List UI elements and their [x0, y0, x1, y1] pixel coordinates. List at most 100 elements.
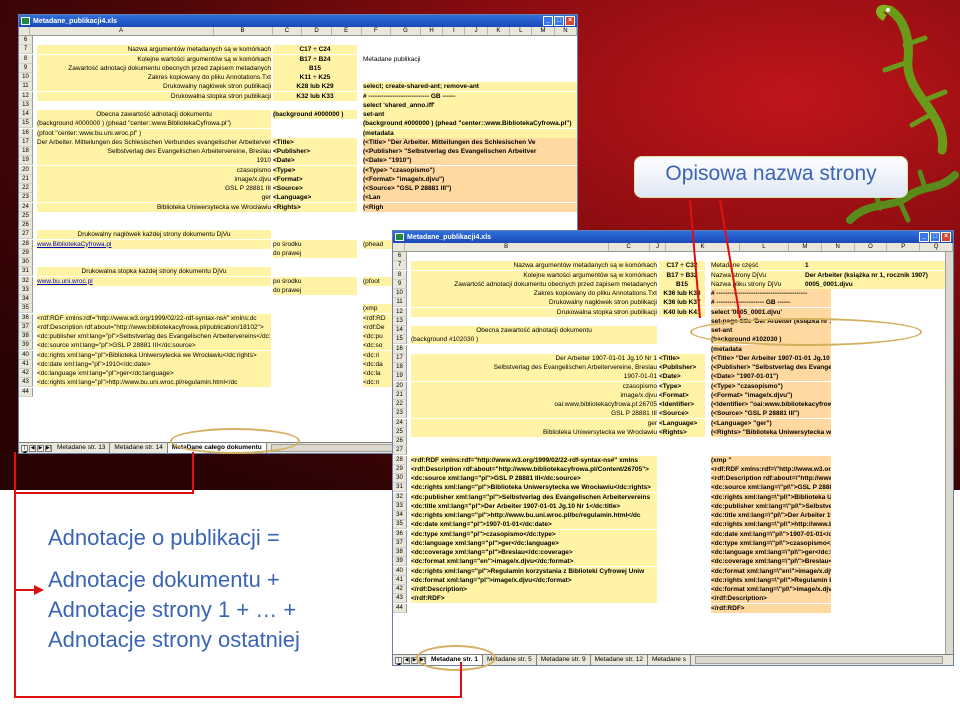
sheet-row[interactable]: 39 <dc:format xml:lang="en">image/x.djvu<…	[393, 557, 953, 567]
sheet-cell[interactable]: (metadata	[363, 128, 577, 138]
sheet-cell[interactable]: www.bu.uni.wroc.pl	[37, 276, 271, 286]
sheet-cell[interactable]: </rdf:RDF>	[711, 603, 831, 613]
sheet-cell[interactable]: <dc:date xml:lang="pl">1907-01-01</dc:da…	[411, 520, 657, 530]
sheet-cell[interactable]: <dc:date xml:lang=\"pl\">1907-01-01</dc:…	[711, 529, 831, 539]
sheet-cell[interactable]: <Language>	[659, 418, 705, 428]
sheet-cell[interactable]: B15	[659, 279, 705, 289]
sheet-cell[interactable]: Drukowalny nagłówek stron publikacji	[37, 82, 271, 92]
sheet-cell[interactable]: (pfoot "center::www.bu.uni.wroc.pl" )	[37, 128, 271, 138]
sheet-row[interactable]: 20 czasopismo <Type> (<Type> "czasopismo")	[393, 381, 953, 391]
sheet-cell[interactable]: <dc:title xml:lang=\"pl\">Der Arbeiter 1…	[711, 511, 831, 521]
sheet-cell[interactable]: <rdf:Description rdf:about="http://www.b…	[411, 464, 657, 474]
sheet-cell[interactable]: Der Arbeiter (książka nr 1, rocznik 1907…	[805, 270, 945, 280]
column-header[interactable]: N	[555, 27, 577, 35]
sheet-cell[interactable]: <dc:type xml:lang="pl">czasopismo</dc:ty…	[411, 529, 657, 539]
sheet-cell[interactable]: (<Language> "ger")	[711, 418, 831, 428]
sheet-cell[interactable]: <dc:rights xml:lang=\"pl\">Regulamin kor…	[711, 575, 831, 585]
column-header[interactable]: D	[302, 27, 332, 35]
sheet-row[interactable]: 8 Kolejne wartości argumentów są w komórk…	[19, 54, 577, 64]
sheet-cell[interactable]: ger	[37, 193, 271, 203]
sheet-cell[interactable]: C17 ÷ C24	[273, 45, 357, 55]
sheet-cell[interactable]: <dc:publisher xml:lang="pl">Selbstverlag…	[37, 332, 271, 342]
column-header[interactable]: B	[214, 27, 273, 35]
sheet-cell[interactable]: (<Type> "czasopismo")	[363, 165, 577, 175]
sheet-cell[interactable]: <dc:publisher xml:lang="pl">Selbstverlag…	[411, 492, 657, 502]
sheet-cell[interactable]: czasopismo	[37, 165, 271, 175]
sheet-cell[interactable]: (<Title> "Der Arbeiter. Mitteilungen des…	[363, 137, 577, 147]
sheet-cell[interactable]: Selbstverlag des Evangelischen Arbeiterv…	[411, 363, 657, 373]
sheet-row[interactable]: 18 Selbstverlag des Evangelischen Arbeite…	[19, 147, 577, 157]
sheet-tab[interactable]: Metadane str. 14	[110, 443, 168, 453]
sheet-cell[interactable]: <dc:language xml:lang=\"pl\">ger</dc:lan…	[711, 548, 831, 558]
sheet-cell[interactable]: <rdf:RDF xmlns:rdf="http://www.w3.org/19…	[411, 455, 657, 465]
sheet-tab[interactable]: Metadane str. 13	[53, 443, 111, 453]
sheet-cell[interactable]: <dc:source xml:lang=\"pl\">GSL P 28881 I…	[711, 483, 831, 493]
column-header[interactable]: Q	[920, 243, 953, 251]
column-header[interactable]: N	[822, 243, 855, 251]
sheet-cell[interactable]: <dc:language xml:lang="pl">ger</dc:langu…	[37, 369, 271, 379]
sheet-row[interactable]: 7 Nazwa argumentów metadanych są w komórk…	[19, 45, 577, 55]
sheet-cell[interactable]: (<Publisher> "Selbstverlag des Evangelis…	[711, 363, 831, 373]
sheet-cell[interactable]: <dc:rights xml:lang=\"pl\">Biblioteka Un…	[711, 492, 831, 502]
sheet-cell[interactable]: <Identifier>	[659, 400, 705, 410]
next-sheet-icon[interactable]: ▶	[37, 444, 44, 452]
maximize-icon[interactable]: □	[930, 232, 940, 242]
sheet-row[interactable]: 14 Obecna zawartość adnotacji dokumentu (b…	[19, 110, 577, 120]
sheet-grid[interactable]: 6 7 Nazwa argumentów metadanych są w komór…	[393, 252, 953, 656]
sheet-cell[interactable]: <Type>	[659, 381, 705, 391]
sheet-cell[interactable]: (<Lan	[363, 193, 577, 203]
sheet-cell[interactable]: K11 ÷ K25	[273, 73, 357, 83]
sheet-cell[interactable]: select 'shared_anno.iff'	[363, 100, 577, 110]
column-header[interactable]: J	[650, 243, 667, 251]
sheet-cell[interactable]: <rdf:RDF xmlns:rdf="http://www.w3.org/19…	[37, 313, 271, 323]
sheet-cell[interactable]: <Language>	[273, 193, 357, 203]
sheet-cell[interactable]: Selbstverlag des Evangelischen Arbeiterv…	[37, 147, 271, 157]
sheet-cell[interactable]: 1910	[37, 156, 271, 166]
sheet-cell[interactable]: <rdf:Description rdf:about="http://www.b…	[37, 322, 271, 332]
sheet-row[interactable]: 11 Drukowalny nagłówek stron publikacji K3…	[393, 298, 953, 308]
sheet-row[interactable]: 44 </rdf:RDF>	[393, 603, 953, 613]
sheet-cell[interactable]: GSL P 28881 III	[411, 409, 657, 419]
sheet-cell[interactable]: oai:www.bibliotekacyfrowa.pl:26705	[411, 400, 657, 410]
sheet-cell[interactable]: <dc:rights xml:lang="pl">http://www.bu.u…	[411, 511, 657, 521]
sheet-cell[interactable]: Der Arbeiter. Mitteilungen des Schlesisc…	[37, 137, 271, 147]
sheet-cell[interactable]: ger	[411, 418, 657, 428]
sheet-tab[interactable]: Metadane str. 9	[537, 655, 591, 665]
sheet-cell[interactable]: set-ant	[363, 110, 577, 120]
sheet-cell[interactable]: <Type>	[273, 165, 357, 175]
sheet-cell[interactable]: # ---------------------- GB ------	[711, 298, 831, 308]
sheet-cell[interactable]: <dc:coverage xml:lang="pl">Breslau</dc:c…	[411, 548, 657, 558]
sheet-row[interactable]: 10 Zakres kopiowany do pliku Annotations.…	[393, 289, 953, 299]
sheet-row[interactable]: 22 oai:www.bibliotekacyfrowa.pl:26705 <Ide…	[393, 400, 953, 410]
sheet-row[interactable]: 34 <dc:rights xml:lang="pl">http://www.bu…	[393, 511, 953, 521]
sheet-row[interactable]: 17 Der Arbeiter 1907-01-01 Jg.10 Nr 1 <Tit…	[393, 353, 953, 363]
sheet-row[interactable]: 19 1907-01-01 <Date> (<Date> "1907-01-01")	[393, 372, 953, 382]
close-icon[interactable]: ×	[941, 232, 951, 242]
sheet-cell[interactable]: <dc:language xml:lang="pl">ger</dc:langu…	[411, 538, 657, 548]
sheet-cell[interactable]: (background #000000 ) (phead "center::ww…	[363, 119, 577, 129]
sheet-cell[interactable]: (<Format> "image/x.djvu")	[363, 174, 577, 184]
column-header[interactable]: L	[510, 27, 533, 35]
sheet-cell[interactable]: Biblioteka Uniwersytecka we Wrocławiu	[37, 202, 271, 212]
sheet-cell[interactable]: (<Type> "czasopismo")	[711, 381, 831, 391]
sheet-row[interactable]: 22 GSL P 28881 III <Source> (<Source> "GSL …	[19, 184, 577, 194]
sheet-cell[interactable]: Drukowalny nagłówek każdej strony dokume…	[37, 230, 271, 240]
window-titlebar[interactable]: Metadane_publikacji4.xls _ □ ×	[393, 231, 953, 243]
sheet-cell[interactable]: 0005_0001.djvu	[805, 279, 945, 289]
sheet-row[interactable]: 25	[19, 211, 577, 221]
sheet-cell[interactable]: GSL P 28881 III	[37, 184, 271, 194]
sheet-cell[interactable]: </rdf:Description>	[711, 594, 831, 604]
sheet-cell[interactable]: K32 lub K33	[273, 91, 357, 101]
sheet-row[interactable]: 35 <dc:date xml:lang="pl">1907-01-01</dc:…	[393, 520, 953, 530]
sheet-cell[interactable]: <rdf:RDF xmlns:rdf=\"http://www.w3.org/1…	[711, 464, 831, 474]
sheet-row[interactable]: 8 Kolejne wartości argumentów są w komórk…	[393, 270, 953, 280]
sheet-cell[interactable]: Biblioteka Uniwersytecka we Wrocławiu	[411, 427, 657, 437]
sheet-cell[interactable]: (<Publisher> "Selbstverlag des Evangelis…	[363, 147, 577, 157]
minimize-icon[interactable]: _	[919, 232, 929, 242]
sheet-cell[interactable]: Zawartość adnotacji dokumentu obecnych p…	[411, 279, 657, 289]
vertical-scrollbar[interactable]	[945, 252, 953, 656]
sheet-row[interactable]: 27	[393, 446, 953, 456]
sheet-cell[interactable]: <dc:title xml:lang="pl">Der Arbeiter 190…	[411, 501, 657, 511]
minimize-icon[interactable]: _	[543, 16, 553, 26]
sheet-cell[interactable]: 1	[805, 261, 945, 271]
